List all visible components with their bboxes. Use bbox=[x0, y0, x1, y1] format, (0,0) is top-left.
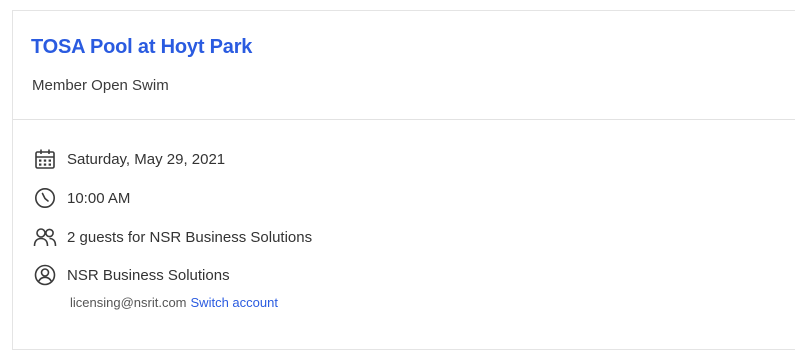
user-circle-icon bbox=[32, 262, 58, 288]
account-name: NSR Business Solutions bbox=[67, 266, 230, 284]
event-header: TOSA Pool at Hoyt Park Member Open Swim bbox=[13, 11, 795, 120]
event-date: Saturday, May 29, 2021 bbox=[67, 150, 226, 168]
guest-count: 2 guests for NSR Business Solutions bbox=[67, 228, 313, 246]
calendar-icon bbox=[32, 146, 58, 172]
clock-icon bbox=[32, 185, 58, 211]
account-row: NSR Business Solutions bbox=[32, 262, 230, 288]
venue-title: TOSA Pool at Hoyt Park bbox=[31, 36, 253, 58]
people-icon bbox=[32, 224, 58, 250]
switch-account-link[interactable]: Switch account bbox=[191, 295, 278, 310]
session-name: Member Open Swim bbox=[32, 77, 169, 94]
booking-summary-card: TOSA Pool at Hoyt Park Member Open Swim … bbox=[12, 10, 795, 350]
account-email: licensing@nsrit.com bbox=[70, 295, 187, 310]
event-time: 10:00 AM bbox=[67, 189, 131, 207]
account-email-line: licensing@nsrit.com Switch account bbox=[70, 295, 278, 310]
guests-row: 2 guests for NSR Business Solutions bbox=[32, 224, 312, 250]
time-row: 10:00 AM bbox=[32, 185, 130, 211]
date-row: Saturday, May 29, 2021 bbox=[32, 146, 225, 172]
